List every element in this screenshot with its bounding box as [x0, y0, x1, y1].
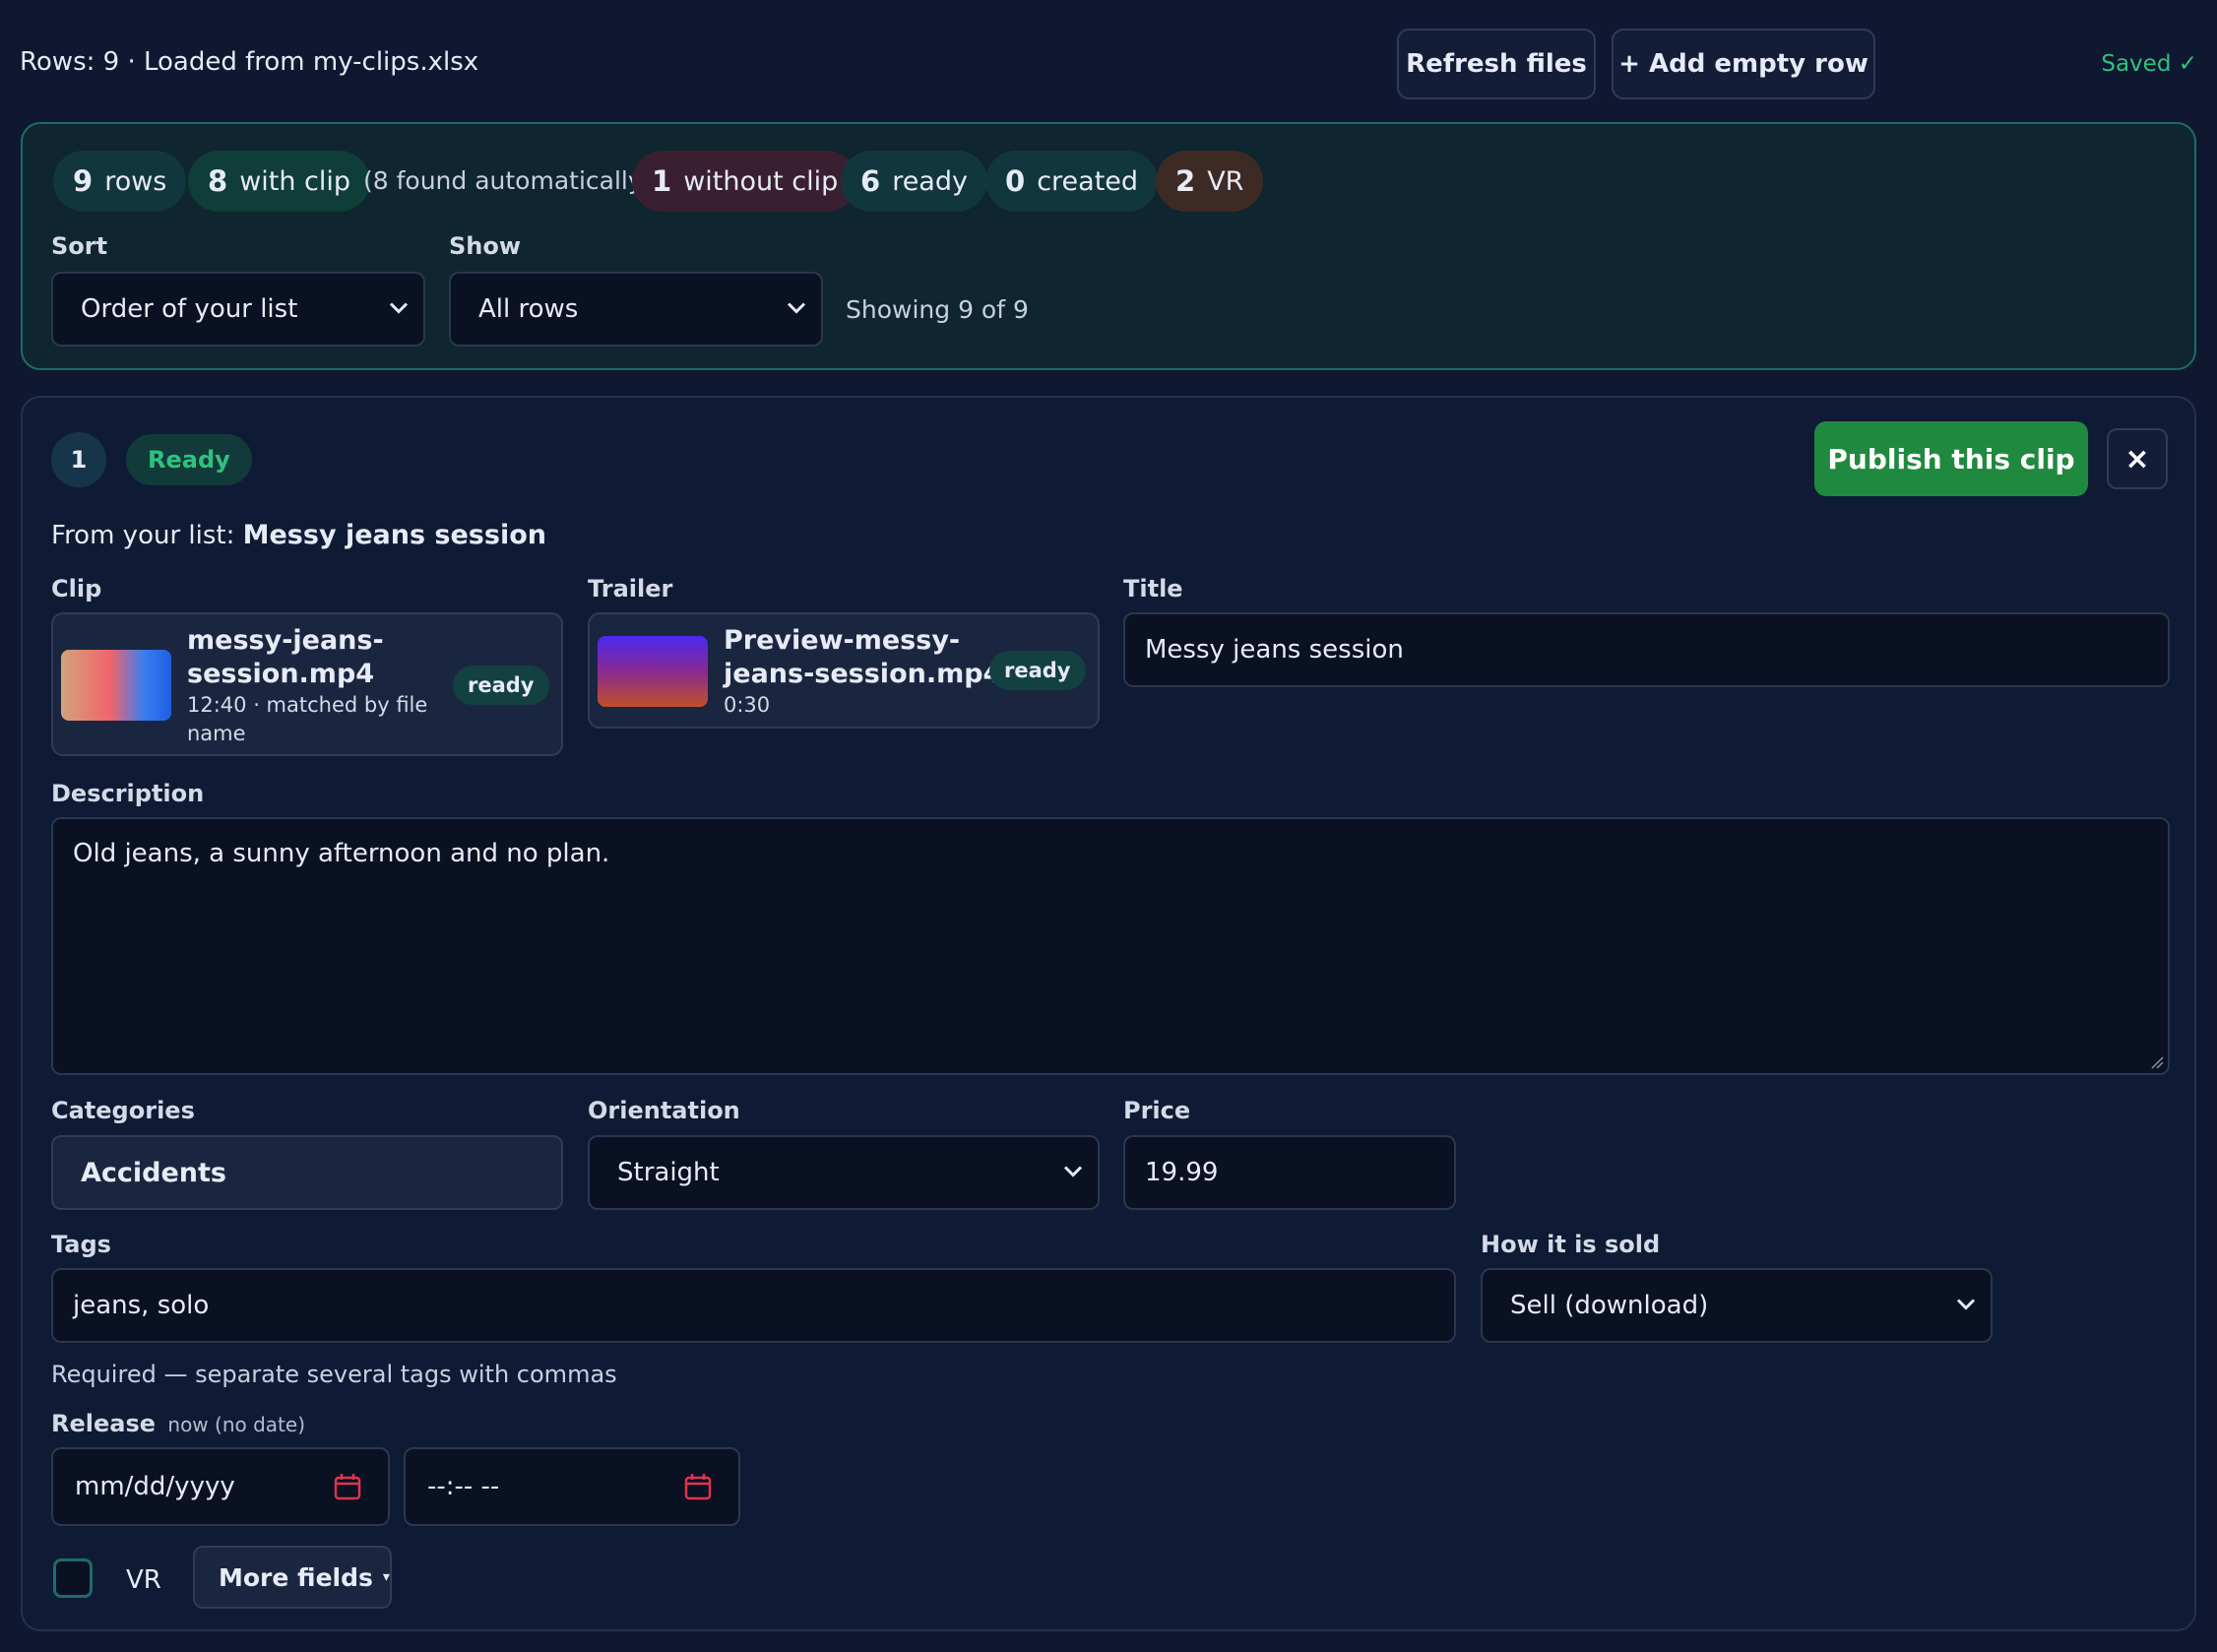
show-label: Show [449, 232, 522, 260]
sort-select-value: Order of your list [81, 294, 298, 324]
without-clip-label: without clip [683, 165, 839, 197]
description-label: Description [51, 780, 205, 807]
chevron-down-icon [1955, 1296, 1977, 1316]
vr-pill: 2 VR [1156, 151, 1264, 212]
created-pill: 0 created [985, 151, 1159, 212]
price-label: Price [1123, 1097, 1191, 1124]
title-input[interactable]: Messy jeans session [1123, 612, 2170, 687]
ready-pill: 6 ready [841, 151, 987, 212]
rows-count-pill: 9 rows [53, 151, 187, 212]
categories-selector[interactable]: Accidents [51, 1135, 563, 1210]
show-select-value: All rows [478, 294, 579, 324]
clip-thumbnail [61, 650, 171, 721]
trailer-ready-badge: ready [989, 651, 1086, 690]
ready-count: 6 [860, 164, 881, 198]
sort-select[interactable]: Order of your list [51, 272, 425, 347]
release-time-input[interactable]: --:-- -- [404, 1447, 740, 1526]
trailer-duration: 0:30 [724, 693, 771, 717]
created-count: 0 [1005, 164, 1026, 198]
auto-found-note: (8 found automatically) [363, 166, 653, 195]
how-sold-value: Sell (download) [1510, 1291, 1709, 1320]
description-value: Old jeans, a sunny afternoon and no plan… [73, 839, 610, 868]
how-sold-label: How it is sold [1481, 1231, 1661, 1258]
trailer-filename-line2: jeans-session.mp4 [724, 659, 1002, 689]
with-clip-label: with clip [239, 165, 351, 197]
clip-file-box[interactable]: messy-jeans- session.mp4 12:40 · matched… [51, 612, 563, 756]
clip-filename-line1: messy-jeans- [187, 625, 384, 656]
clip-meta-line2: name [187, 722, 246, 745]
close-icon: × [2124, 441, 2150, 477]
categories-label: Categories [51, 1097, 195, 1124]
tags-hint: Required — separate several tags with co… [51, 1361, 617, 1388]
orientation-value: Straight [617, 1158, 720, 1187]
chevron-down-icon [388, 299, 410, 320]
release-label-text: Release [51, 1410, 157, 1437]
clip-ready-badge: ready [453, 666, 549, 705]
release-date-input[interactable]: mm/dd/yyyy [51, 1447, 390, 1526]
chevron-down-icon [1062, 1163, 1084, 1183]
vr-count: 2 [1175, 164, 1196, 198]
release-label: Release now (no date) [51, 1410, 305, 1437]
vr-checkbox-label: VR [126, 1565, 161, 1595]
categories-value: Accidents [81, 1157, 226, 1188]
with-clip-pill: 8 with clip [188, 151, 371, 212]
clip-meta-line1: 12:40 · matched by file [187, 693, 428, 717]
calendar-icon[interactable] [683, 1472, 713, 1501]
vr-label: VR [1207, 165, 1244, 197]
created-label: created [1037, 165, 1139, 197]
orientation-select[interactable]: Straight [588, 1135, 1100, 1210]
publish-clip-button[interactable]: Publish this clip [1814, 421, 2088, 496]
price-input[interactable]: 19.99 [1123, 1135, 1456, 1210]
clip-filename-line2: session.mp4 [187, 659, 375, 689]
rows-count: 9 [73, 164, 94, 198]
from-list-prefix: From your list: [51, 521, 235, 550]
page: Rows: 9 · Loaded from my-clips.xlsx Refr… [0, 0, 2217, 1652]
release-time-placeholder: --:-- -- [427, 1472, 500, 1501]
trailer-file-box[interactable]: Preview-messy- jeans-session.mp4 0:30 re… [588, 612, 1100, 729]
caret-down-icon: ▾ [382, 1569, 390, 1585]
vr-checkbox[interactable] [53, 1558, 93, 1598]
title-label: Title [1123, 575, 1183, 603]
rows-status: Rows: 9 · Loaded from my-clips.xlsx [20, 47, 479, 77]
calendar-icon[interactable] [333, 1472, 362, 1501]
sort-label: Sort [51, 232, 108, 260]
trailer-label: Trailer [588, 575, 673, 603]
release-note: now (no date) [167, 1413, 305, 1436]
from-list-name: Messy jeans session [242, 520, 546, 550]
title-input-value: Messy jeans session [1145, 635, 1404, 665]
more-fields-label: More fields [219, 1562, 373, 1592]
orientation-label: Orientation [588, 1097, 740, 1124]
row-number-badge: 1 [51, 432, 106, 487]
with-clip-count: 8 [208, 164, 228, 198]
resize-handle-icon[interactable] [2150, 1055, 2164, 1069]
more-fields-button[interactable]: More fields ▾ [193, 1546, 392, 1609]
tags-value: jeans, solo [73, 1291, 210, 1320]
without-clip-count: 1 [652, 164, 672, 198]
price-value: 19.99 [1145, 1158, 1219, 1187]
ready-label: ready [892, 165, 968, 197]
tags-input[interactable]: jeans, solo [51, 1268, 1456, 1343]
trailer-thumbnail [598, 636, 708, 707]
top-bar: Rows: 9 · Loaded from my-clips.xlsx Refr… [0, 0, 2217, 130]
trailer-filename-line1: Preview-messy- [724, 625, 961, 656]
clip-card: 1 Ready Publish this clip × From your li… [21, 396, 2196, 1631]
tags-label: Tags [51, 1231, 111, 1258]
release-date-placeholder: mm/dd/yyyy [75, 1472, 235, 1501]
show-select[interactable]: All rows [449, 272, 823, 347]
saved-indicator: Saved ✓ [2101, 51, 2197, 77]
refresh-files-button[interactable]: Refresh files [1397, 29, 1596, 99]
summary-panel: 9 rows 8 with clip (8 found automaticall… [21, 122, 2196, 370]
chevron-down-icon [786, 299, 807, 320]
description-textarea[interactable]: Old jeans, a sunny afternoon and no plan… [51, 817, 2170, 1075]
from-list: From your list: Messy jeans session [51, 520, 546, 550]
close-button[interactable]: × [2107, 428, 2168, 489]
status-badge: Ready [126, 434, 252, 485]
add-empty-row-button[interactable]: + Add empty row [1612, 29, 1875, 99]
rows-label: rows [104, 165, 167, 197]
how-sold-select[interactable]: Sell (download) [1481, 1268, 1993, 1343]
showing-count: Showing 9 of 9 [846, 295, 1029, 324]
without-clip-pill: 1 without clip [632, 151, 858, 212]
clip-label: Clip [51, 575, 102, 603]
